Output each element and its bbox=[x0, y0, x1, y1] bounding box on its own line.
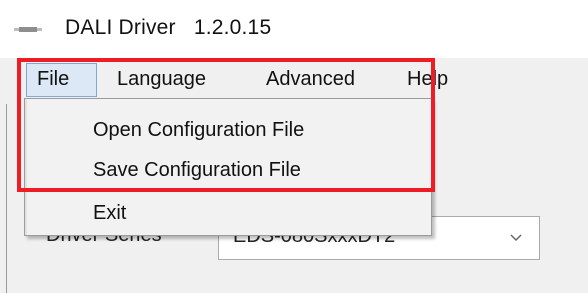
file-dropdown-menu: Open Configuration File Save Configurati… bbox=[24, 98, 432, 236]
menu-item-label: Open Configuration File bbox=[93, 119, 305, 141]
menu-file[interactable]: File bbox=[26, 63, 97, 97]
chevron-down-icon bbox=[510, 234, 522, 242]
menu-item-exit[interactable]: Exit bbox=[25, 192, 431, 232]
menu-item-label: Save Configuration File bbox=[93, 159, 301, 181]
app-icon bbox=[14, 27, 42, 32]
menu-file-label: File bbox=[37, 68, 70, 90]
title-bar: DALI Driver 1.2.0.15 bbox=[0, 0, 588, 58]
menu-item-save-configuration[interactable]: Save Configuration File bbox=[25, 149, 431, 189]
menu-advanced[interactable]: Advanced bbox=[266, 68, 355, 91]
menu-language[interactable]: Language bbox=[117, 68, 206, 91]
menu-item-open-configuration[interactable]: Open Configuration File bbox=[25, 109, 431, 149]
menu-help[interactable]: Help bbox=[407, 68, 448, 91]
window-title: DALI Driver 1.2.0.15 bbox=[65, 16, 272, 39]
menu-item-label: Exit bbox=[93, 202, 127, 224]
